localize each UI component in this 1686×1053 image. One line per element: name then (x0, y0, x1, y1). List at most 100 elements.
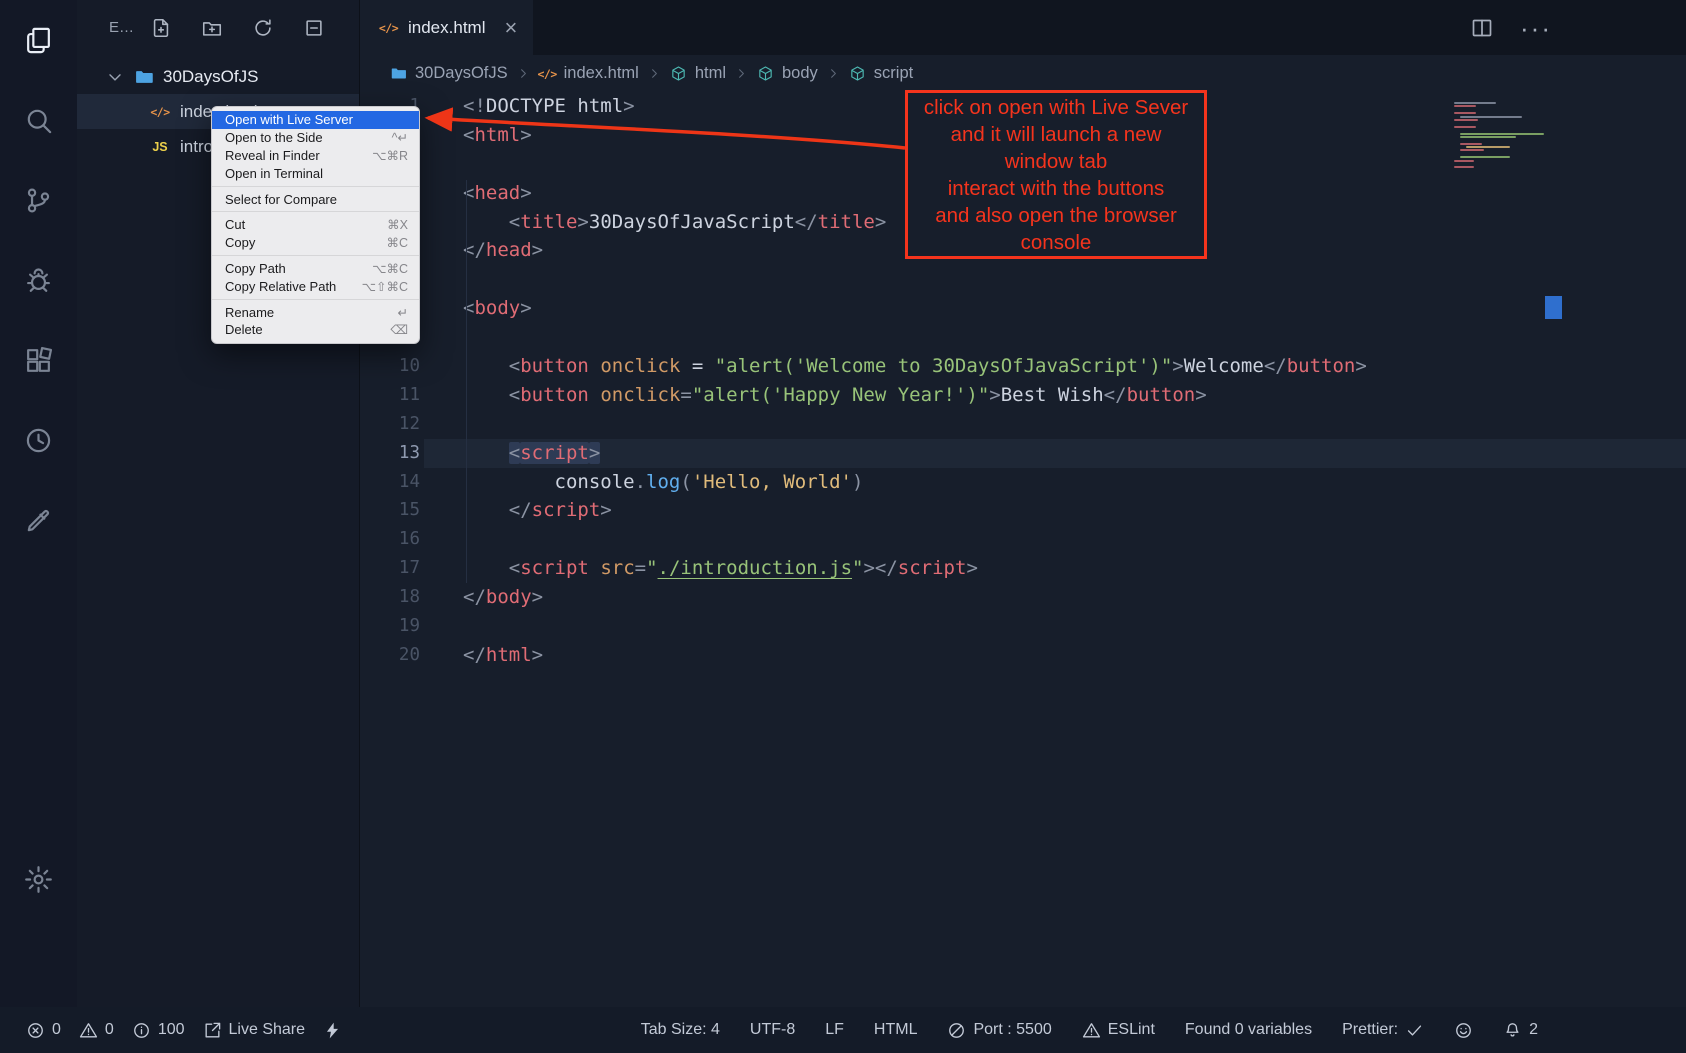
status-right: Tab Size: 4 UTF-8 LF HTML Port : 5500 ESLint F… (641, 1021, 1660, 1040)
menu-item-open-to-the-side[interactable]: Open to the Side^↵ (212, 129, 419, 147)
tab-close-icon[interactable]: × (504, 17, 517, 39)
status-language-mode[interactable]: HTML (874, 1021, 918, 1039)
status-left: 0 0 100 Live Share (26, 1021, 342, 1040)
status-label: Tab Size: 4 (641, 1021, 720, 1039)
breadcrumb-label: 30DaysOfJS (415, 64, 508, 83)
chevron-down-icon (105, 67, 125, 87)
line-number: 17 (360, 554, 420, 583)
new-folder-button[interactable] (201, 17, 223, 39)
tab-index-html[interactable]: </> index.html × (360, 0, 533, 55)
status-label: 0 (105, 1021, 114, 1039)
smiley-icon (1454, 1021, 1473, 1040)
chevron-right-icon (826, 66, 841, 81)
code-line-18[interactable]: 18</body> (360, 583, 1686, 612)
menu-item-cut[interactable]: Cut⌘X (212, 216, 419, 234)
breadcrumb-label: body (782, 64, 818, 83)
line-number: 13 (360, 439, 420, 468)
slash-circle-icon (947, 1021, 966, 1040)
status-eol[interactable]: LF (825, 1021, 844, 1039)
activity-explorer[interactable] (0, 0, 77, 80)
breadcrumb-item-script[interactable]: script (849, 64, 913, 83)
scrollbar-marker[interactable] (1545, 296, 1562, 319)
status-live-share[interactable]: Live Share (203, 1021, 306, 1040)
code-line-17[interactable]: 17 <script src="./introduction.js"></scr… (360, 554, 1686, 583)
minimap-line (1466, 146, 1510, 148)
split-editor-icon[interactable] (1470, 16, 1494, 40)
breadcrumb-item-html[interactable]: html (670, 64, 726, 83)
menu-item-copy[interactable]: Copy⌘C (212, 234, 419, 252)
refresh-button[interactable] (252, 17, 274, 39)
code-line-20[interactable]: 20</html> (360, 641, 1686, 670)
menu-item-copy-path[interactable]: Copy Path⌥⌘C (212, 260, 419, 278)
menu-item-open-with-live-server[interactable]: Open with Live Server (212, 111, 419, 129)
activity-settings[interactable] (0, 839, 77, 919)
status-bar: 0 0 100 Live Share Tab Size: 4 UTF-8 LF HTML Po… (0, 1007, 1686, 1053)
status-errors[interactable]: 0 (26, 1021, 61, 1040)
tree-item-root-folder[interactable]: 30DaysOfJS (77, 59, 359, 94)
menu-item-select-for-compare[interactable]: Select for Compare (212, 190, 419, 208)
minimap-line (1460, 149, 1484, 151)
status-warnings[interactable]: 0 (79, 1021, 114, 1040)
more-actions-icon[interactable]: ··· (1524, 16, 1548, 40)
menu-item-open-in-terminal[interactable]: Open in Terminal (212, 164, 419, 182)
breadcrumb-item-index-html[interactable]: </>index.html (539, 64, 639, 83)
folder-icon (390, 65, 407, 82)
code-line-15[interactable]: 15 </script> (360, 496, 1686, 525)
status-notifications[interactable]: 2 (1503, 1021, 1538, 1040)
code-file-icon: </> (150, 102, 170, 122)
activity-pen[interactable] (0, 480, 77, 560)
breadcrumb-item-30daysofjs[interactable]: 30DaysOfJS (390, 64, 508, 83)
code-line-16[interactable]: 16 (360, 525, 1686, 554)
status-tab-size[interactable]: Tab Size: 4 (641, 1021, 720, 1039)
settings-icon (23, 864, 54, 895)
chevron-right-icon (647, 66, 662, 81)
warning-icon (79, 1021, 98, 1040)
code-line-12[interactable]: 12 (360, 410, 1686, 439)
status-live-server-port[interactable]: Port : 5500 (947, 1021, 1051, 1040)
code-line-19[interactable]: 19 (360, 612, 1686, 641)
code-line-7[interactable]: 7 (360, 265, 1686, 294)
code-line-9[interactable]: 9 (360, 323, 1686, 352)
minimap-line (1454, 126, 1476, 128)
line-number: 20 (360, 641, 420, 670)
menu-item-copy-relative-path[interactable]: Copy Relative Path⌥⇧⌘C (212, 277, 419, 295)
activity-bar (0, 0, 77, 1007)
activity-extensions[interactable] (0, 320, 77, 400)
status-info-count[interactable]: 100 (132, 1021, 185, 1040)
activity-run-debug[interactable] (0, 240, 77, 320)
context-menu: Open with Live ServerOpen to the Side^↵R… (211, 106, 420, 344)
explorer-title: E… (109, 19, 134, 36)
activity-history[interactable] (0, 400, 77, 480)
status-label: UTF-8 (750, 1021, 795, 1039)
status-variables-found[interactable]: Found 0 variables (1185, 1021, 1312, 1039)
minimap-line (1460, 156, 1510, 158)
share-icon (203, 1021, 222, 1040)
code-line-13[interactable]: 13 <script> (360, 439, 1686, 468)
collapse-all-button[interactable] (303, 17, 325, 39)
warning-icon (1082, 1021, 1101, 1040)
line-number: 15 (360, 496, 420, 525)
code-line-10[interactable]: 10 <button onclick = "alert('Welcome to … (360, 352, 1686, 381)
code-line-8[interactable]: 8<body> (360, 294, 1686, 323)
line-number: 19 (360, 612, 420, 641)
activity-source-control[interactable] (0, 160, 77, 240)
status-feedback[interactable] (1454, 1021, 1473, 1040)
minimap[interactable] (1454, 102, 1550, 170)
status-encoding[interactable]: UTF-8 (750, 1021, 795, 1039)
status-eslint[interactable]: ESLint (1082, 1021, 1155, 1040)
code-line-11[interactable]: 11 <button onclick="alert('Happy New Yea… (360, 381, 1686, 410)
new-file-button[interactable] (150, 17, 172, 39)
code-line-14[interactable]: 14 console.log('Hello, World') (360, 468, 1686, 497)
menu-item-reveal-in-finder[interactable]: Reveal in Finder⌥⌘R (212, 147, 419, 165)
chevron-right-icon (734, 66, 749, 81)
source-control-icon (23, 185, 54, 216)
status-label: Found 0 variables (1185, 1021, 1312, 1039)
activity-search[interactable] (0, 80, 77, 160)
status-bolt[interactable] (323, 1021, 342, 1040)
menu-item-rename[interactable]: Rename↵ (212, 303, 419, 321)
breadcrumb-item-body[interactable]: body (757, 64, 818, 83)
folder-icon (134, 67, 154, 87)
menu-separator (212, 255, 419, 256)
menu-item-delete[interactable]: Delete⌫ (212, 321, 419, 339)
status-prettier[interactable]: Prettier: (1342, 1021, 1424, 1040)
